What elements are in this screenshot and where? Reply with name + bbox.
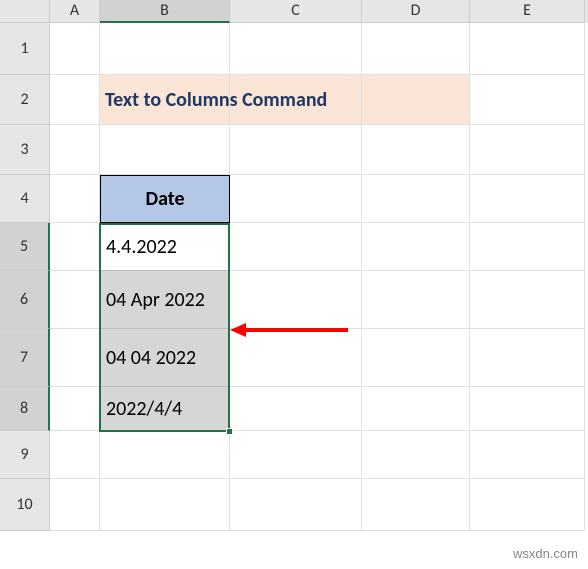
col-header-D[interactable]: D <box>362 0 470 23</box>
cell-A7[interactable] <box>50 329 100 387</box>
cell-A3[interactable] <box>50 125 100 175</box>
cell-A5[interactable] <box>50 223 100 271</box>
cell-D9[interactable] <box>362 431 470 479</box>
cell-E7[interactable] <box>470 329 585 387</box>
row-header-6[interactable]: 6 <box>0 271 50 329</box>
row-header-7[interactable]: 7 <box>0 329 50 387</box>
cell-D1[interactable] <box>362 23 470 75</box>
watermark: wsxdn.com <box>513 546 578 561</box>
col-header-A[interactable]: A <box>50 0 100 23</box>
cell-A8[interactable] <box>50 387 100 431</box>
cell-D7[interactable] <box>362 329 470 387</box>
cell-A4[interactable] <box>50 175 100 223</box>
cell-B4-header[interactable]: Date <box>100 175 230 223</box>
cell-A2[interactable] <box>50 75 100 125</box>
cell-D3[interactable] <box>362 125 470 175</box>
cell-A10[interactable] <box>50 479 100 531</box>
cell-A6[interactable] <box>50 271 100 329</box>
cell-E5[interactable] <box>470 223 585 271</box>
cell-E8[interactable] <box>470 387 585 431</box>
col-header-B[interactable]: B <box>100 0 230 23</box>
row-header-5[interactable]: 5 <box>0 223 50 271</box>
cell-B5[interactable]: 4.4.2022 <box>100 223 230 271</box>
col-header-C[interactable]: C <box>230 0 362 23</box>
select-all-corner[interactable] <box>0 0 50 23</box>
cell-C3[interactable] <box>230 125 362 175</box>
fill-handle[interactable] <box>226 428 233 435</box>
cell-E2[interactable] <box>470 75 585 125</box>
cell-A1[interactable] <box>50 23 100 75</box>
cell-E10[interactable] <box>470 479 585 531</box>
row-header-9[interactable]: 9 <box>0 431 50 479</box>
spreadsheet-grid: A B C D E 1 2 Text to Columns Command 3 … <box>0 0 588 531</box>
row-header-3[interactable]: 3 <box>0 125 50 175</box>
row-header-4[interactable]: 4 <box>0 175 50 223</box>
cell-B10[interactable] <box>100 479 230 531</box>
row-header-1[interactable]: 1 <box>0 23 50 75</box>
cell-E9[interactable] <box>470 431 585 479</box>
cell-B2-title[interactable]: Text to Columns Command <box>100 75 230 125</box>
cell-B7[interactable]: 04 04 2022 <box>100 329 230 387</box>
cell-C8[interactable] <box>230 387 362 431</box>
cell-C10[interactable] <box>230 479 362 531</box>
cell-B6[interactable]: 04 Apr 2022 <box>100 271 230 329</box>
cell-D6[interactable] <box>362 271 470 329</box>
cell-C4[interactable] <box>230 175 362 223</box>
cell-C9[interactable] <box>230 431 362 479</box>
cell-E3[interactable] <box>470 125 585 175</box>
cell-D10[interactable] <box>362 479 470 531</box>
cell-E4[interactable] <box>470 175 585 223</box>
cell-D8[interactable] <box>362 387 470 431</box>
column-headers: A B C D E <box>0 0 588 23</box>
cell-B3[interactable] <box>100 125 230 175</box>
cell-D2[interactable] <box>362 75 470 125</box>
cell-C5[interactable] <box>230 223 362 271</box>
row-header-2[interactable]: 2 <box>0 75 50 125</box>
row-header-10[interactable]: 10 <box>0 479 50 531</box>
col-header-E[interactable]: E <box>470 0 585 23</box>
cell-D4[interactable] <box>362 175 470 223</box>
cell-A9[interactable] <box>50 431 100 479</box>
row-header-8[interactable]: 8 <box>0 387 50 431</box>
cell-D5[interactable] <box>362 223 470 271</box>
cell-B8[interactable]: 2022/4/4 <box>100 387 230 431</box>
cell-E6[interactable] <box>470 271 585 329</box>
cell-B9[interactable] <box>100 431 230 479</box>
cell-C1[interactable] <box>230 23 362 75</box>
arrow-icon <box>230 320 350 340</box>
cell-E1[interactable] <box>470 23 585 75</box>
cell-B1[interactable] <box>100 23 230 75</box>
